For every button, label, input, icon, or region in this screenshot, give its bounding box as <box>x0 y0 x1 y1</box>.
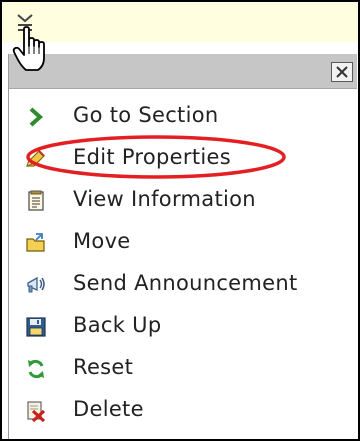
arrow-right-icon <box>29 107 44 127</box>
menu-item-reset[interactable]: Reset <box>9 348 357 390</box>
close-button[interactable] <box>331 62 353 82</box>
menu-item-label: Move <box>73 229 131 253</box>
refresh-icon <box>28 359 44 379</box>
menu-item-label: Go to Section <box>73 103 219 127</box>
menu-items: Go to Section Edit Properties View Infor… <box>9 96 357 432</box>
menu-item-edit-properties[interactable]: Edit Properties <box>9 138 357 180</box>
menu-item-go-to-section[interactable]: Go to Section <box>9 96 357 138</box>
menu-item-label: Delete <box>73 397 144 421</box>
hand-cursor-icon <box>12 26 45 71</box>
document-icon <box>28 190 44 211</box>
folder-move-icon <box>26 233 45 252</box>
megaphone-icon <box>27 276 45 293</box>
menu-item-label: Reset <box>73 355 134 379</box>
menu-item-label: Edit Properties <box>73 145 231 169</box>
delete-icon <box>27 401 46 422</box>
pencil-icon <box>26 150 45 167</box>
close-icon <box>336 66 348 78</box>
context-menu: Go to Section Edit Properties View Infor… <box>8 54 357 439</box>
menu-item-send-announcement[interactable]: Send Announcement <box>9 264 357 306</box>
page-top-area <box>2 2 358 42</box>
menu-item-back-up[interactable]: Back Up <box>9 306 357 348</box>
menu-item-label: View Information <box>73 187 256 211</box>
floppy-disk-icon <box>26 317 46 337</box>
menu-item-delete[interactable]: Delete <box>9 390 357 432</box>
screenshot-frame: Go to Section Edit Properties View Infor… <box>0 0 360 441</box>
menu-item-label: Back Up <box>73 313 162 337</box>
menu-item-label: Send Announcement <box>73 271 298 295</box>
menu-item-move[interactable]: Move <box>9 222 357 264</box>
menu-item-view-information[interactable]: View Information <box>9 180 357 222</box>
menu-header <box>9 54 357 89</box>
